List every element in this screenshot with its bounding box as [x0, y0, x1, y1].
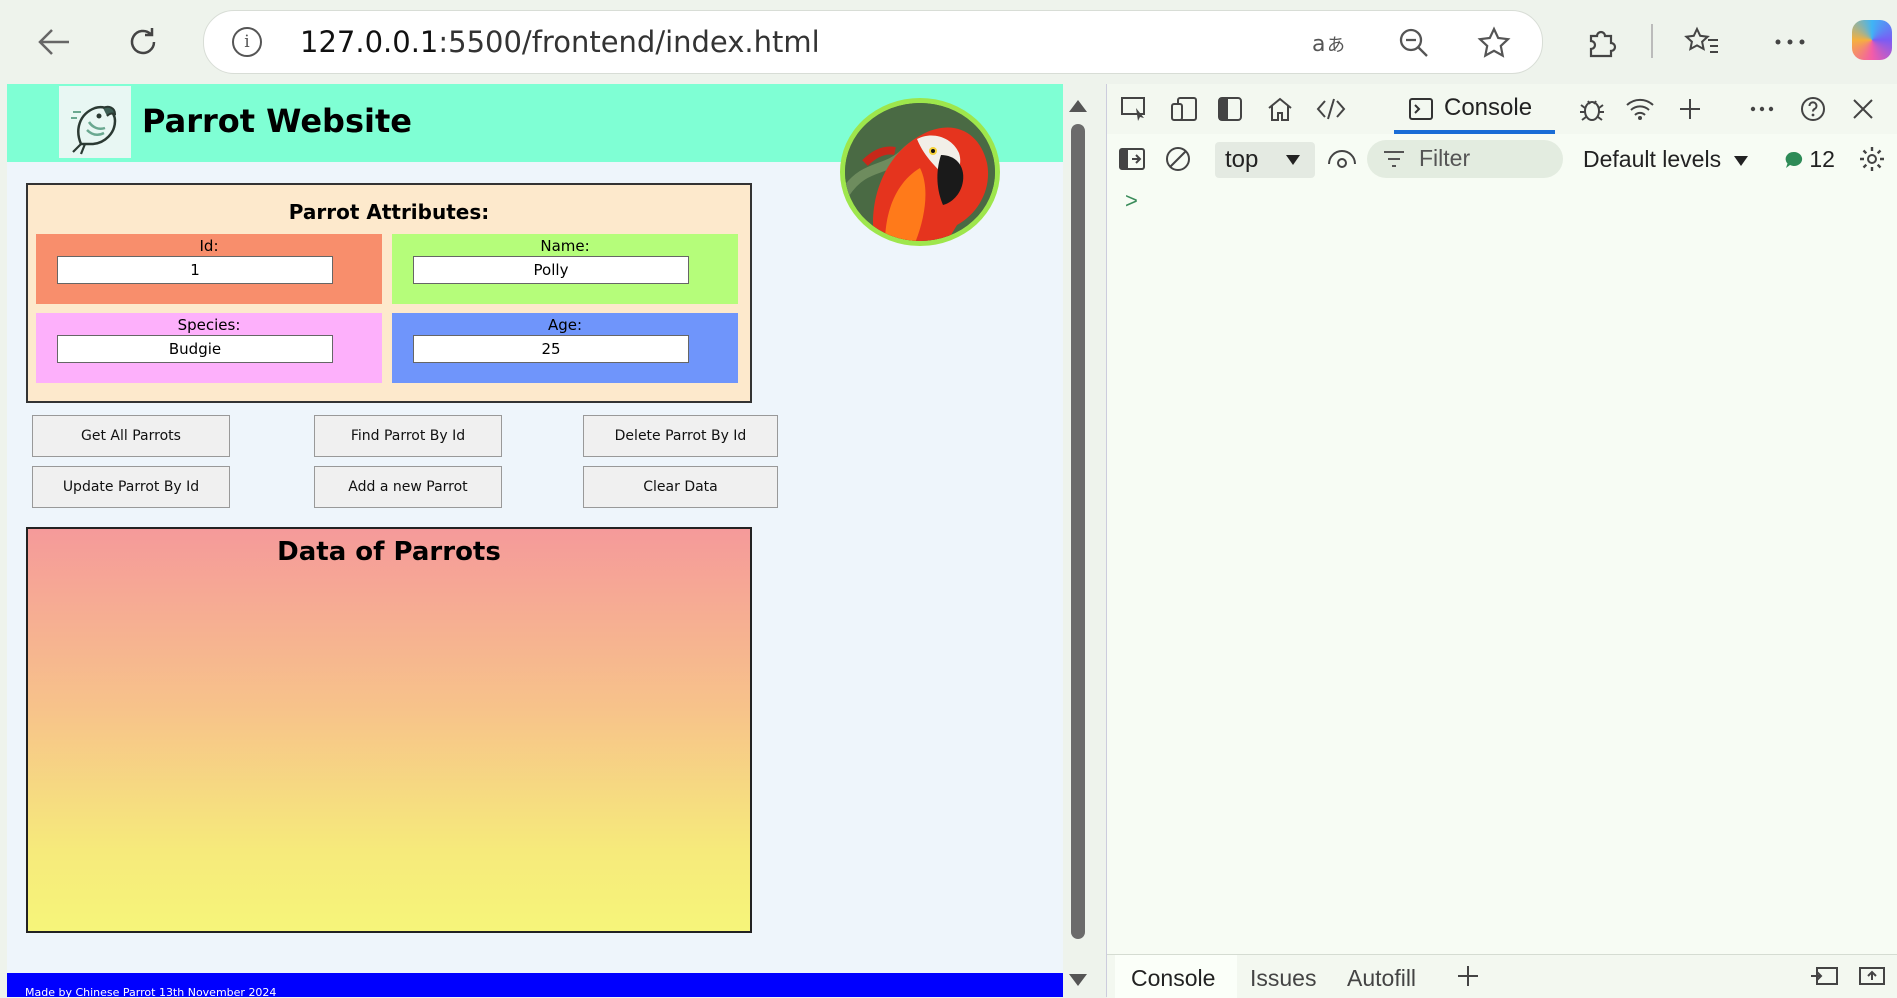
web-page: Parrot Website Parrot Attributes: Id: Na…: [7, 84, 1063, 997]
parrot-logo-icon: [59, 86, 131, 158]
scroll-down-icon[interactable]: [1069, 974, 1087, 986]
add-parrot-button[interactable]: Add a new Parrot: [314, 466, 502, 508]
clear-console-icon[interactable]: [1161, 142, 1195, 176]
age-field: Age:: [392, 313, 738, 383]
age-input[interactable]: [413, 335, 689, 363]
id-field: Id:: [36, 234, 382, 304]
sidebar-toggle-icon[interactable]: [1115, 142, 1149, 176]
message-count: 12: [1809, 146, 1835, 172]
parrot-data-panel: Data of Parrots: [26, 527, 752, 933]
context-selector[interactable]: top: [1215, 142, 1315, 178]
filter-placeholder: Filter: [1419, 145, 1471, 171]
debugger-bug-icon[interactable]: [1575, 92, 1609, 126]
clear-data-button[interactable]: Clear Data: [583, 466, 778, 508]
console-settings-gear-icon[interactable]: [1855, 142, 1889, 176]
species-field: Species:: [36, 313, 382, 383]
dock-side-icon[interactable]: [1213, 92, 1247, 126]
read-aloud-icon[interactable]: aあ: [1312, 25, 1348, 61]
devtools-more-icon[interactable]: [1745, 92, 1779, 126]
drawer-tab-console[interactable]: Console: [1131, 965, 1215, 992]
drawer-add-icon[interactable]: [1451, 959, 1485, 993]
favorites-icon[interactable]: [1680, 20, 1724, 64]
parrot-attributes-panel: Parrot Attributes: Id: Name: Species: Ag…: [26, 183, 752, 403]
delete-parrot-button[interactable]: Delete Parrot By Id: [583, 415, 778, 457]
copilot-icon[interactable]: [1852, 20, 1892, 60]
devtools-panel: Console top Filter Default levels 12 > C…: [1106, 84, 1897, 998]
refresh-icon[interactable]: [121, 20, 165, 64]
id-label: Id:: [199, 237, 219, 255]
zoom-out-icon[interactable]: [1396, 25, 1432, 61]
site-title: Parrot Website: [142, 102, 412, 140]
species-label: Species:: [177, 316, 241, 334]
tab-console-label: Console: [1444, 94, 1533, 121]
message-count-badge[interactable]: 12: [1785, 146, 1835, 173]
name-input[interactable]: [413, 256, 689, 284]
devtools-drawer: Console Issues Autofill: [1107, 954, 1897, 998]
drawer-tab-autofill[interactable]: Autofill: [1347, 965, 1416, 992]
url-text[interactable]: 127.0.0.1:5500/frontend/index.html: [300, 25, 820, 59]
more-icon[interactable]: [1768, 20, 1812, 64]
help-icon[interactable]: [1796, 92, 1830, 126]
console-prompt[interactable]: >: [1125, 188, 1138, 214]
context-label: top: [1225, 146, 1259, 173]
attributes-title: Parrot Attributes:: [288, 200, 490, 224]
chevron-down-icon: [1286, 155, 1300, 165]
name-field: Name:: [392, 234, 738, 304]
id-input[interactable]: [57, 256, 333, 284]
age-label: Age:: [547, 316, 583, 334]
console-filter-input[interactable]: Filter: [1367, 140, 1563, 178]
chevron-down-icon: [1734, 156, 1749, 166]
drawer-dock-icon[interactable]: [1807, 959, 1841, 993]
drawer-tab-issues[interactable]: Issues: [1250, 965, 1316, 992]
welcome-home-icon[interactable]: [1263, 92, 1297, 126]
parrot-photo: [840, 98, 1000, 246]
filter-icon: [1384, 151, 1404, 167]
data-title: Data of Parrots: [277, 537, 501, 567]
devtools-tabbar: Console: [1107, 84, 1897, 135]
find-parrot-button[interactable]: Find Parrot By Id: [314, 415, 502, 457]
drawer-collapse-icon[interactable]: [1855, 959, 1889, 993]
scroll-thumb[interactable]: [1071, 124, 1085, 939]
close-devtools-icon[interactable]: [1846, 92, 1880, 126]
info-icon[interactable]: i: [232, 27, 262, 57]
toolbar-separator: [1651, 24, 1653, 58]
inspect-element-icon[interactable]: [1117, 92, 1151, 126]
tab-console[interactable]: Console: [1394, 84, 1555, 134]
browser-toolbar: i 127.0.0.1:5500/frontend/index.html aあ: [0, 0, 1897, 84]
species-input[interactable]: [57, 335, 333, 363]
extensions-icon[interactable]: [1579, 20, 1623, 64]
svg-text:あ: あ: [1327, 35, 1345, 56]
page-scrollbar[interactable]: [1063, 84, 1093, 997]
message-bubble-icon: [1785, 151, 1803, 168]
log-levels-label: Default levels: [1583, 146, 1722, 172]
footer-text: Made by Chinese Parrot 13th November 202…: [25, 986, 277, 997]
scroll-up-icon[interactable]: [1069, 100, 1087, 112]
add-tool-icon[interactable]: [1673, 92, 1707, 126]
get-all-parrots-button[interactable]: Get All Parrots: [32, 415, 230, 457]
favorite-star-icon[interactable]: [1476, 25, 1512, 61]
live-expression-eye-icon[interactable]: [1325, 142, 1359, 176]
console-icon: [1409, 98, 1433, 120]
elements-tab-icon[interactable]: [1314, 92, 1348, 126]
log-levels-dropdown[interactable]: Default levels: [1583, 146, 1749, 173]
console-toolbar: top Filter Default levels 12: [1107, 134, 1897, 182]
device-emulation-icon[interactable]: [1167, 92, 1201, 126]
back-icon[interactable]: [32, 20, 76, 64]
svg-text:a: a: [1312, 32, 1325, 57]
name-label: Name:: [540, 237, 590, 255]
site-footer: Made by Chinese Parrot 13th November 202…: [7, 973, 1063, 997]
address-bar[interactable]: i 127.0.0.1:5500/frontend/index.html aあ: [203, 10, 1543, 74]
network-wifi-icon[interactable]: [1623, 92, 1657, 126]
update-parrot-button[interactable]: Update Parrot By Id: [32, 466, 230, 508]
